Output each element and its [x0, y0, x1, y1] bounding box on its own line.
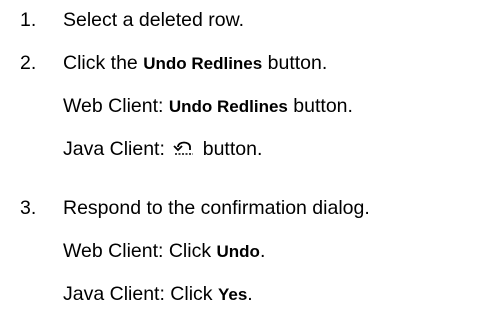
web-client-suffix: .: [259, 240, 266, 262]
web-client-suffix: button.: [287, 95, 353, 117]
step-text-suffix: button.: [262, 52, 328, 74]
undo-redlines-icon: [172, 138, 196, 158]
step-number: 1.: [20, 9, 37, 31]
java-client-suffix: .: [247, 283, 253, 305]
web-client-prefix: Web Client:: [63, 95, 169, 117]
step-text: Respond to the confirmation dialog.: [63, 197, 370, 219]
java-client-text: Java Client: button.: [63, 130, 262, 168]
step-text-prefix: Click the: [63, 52, 144, 74]
java-client-prefix: Java Client: Click: [63, 283, 218, 305]
java-client-suffix: button.: [197, 138, 263, 160]
web-client-prefix: Web Client: Click: [63, 240, 217, 262]
step-text: Click the Undo Redlines button.: [63, 44, 327, 83]
step-number: 3.: [20, 197, 37, 219]
instructions-document: 1. Select a deleted row. 2. Click the Un…: [0, 0, 481, 318]
java-client-text: Java Client: Click Yes.: [63, 275, 253, 314]
web-client-text: Web Client: Click Undo.: [63, 232, 265, 271]
step-number: 2.: [20, 52, 37, 74]
web-client-text: Web Client: Undo Redlines button.: [63, 87, 353, 126]
undo-redlines-label: Undo Redlines: [168, 97, 288, 116]
step-text: Select a deleted row.: [63, 9, 245, 31]
undo-redlines-label: Undo Redlines: [143, 54, 263, 73]
undo-label: Undo: [216, 242, 260, 261]
yes-label: Yes: [217, 285, 248, 304]
java-client-prefix: Java Client:: [63, 138, 171, 160]
